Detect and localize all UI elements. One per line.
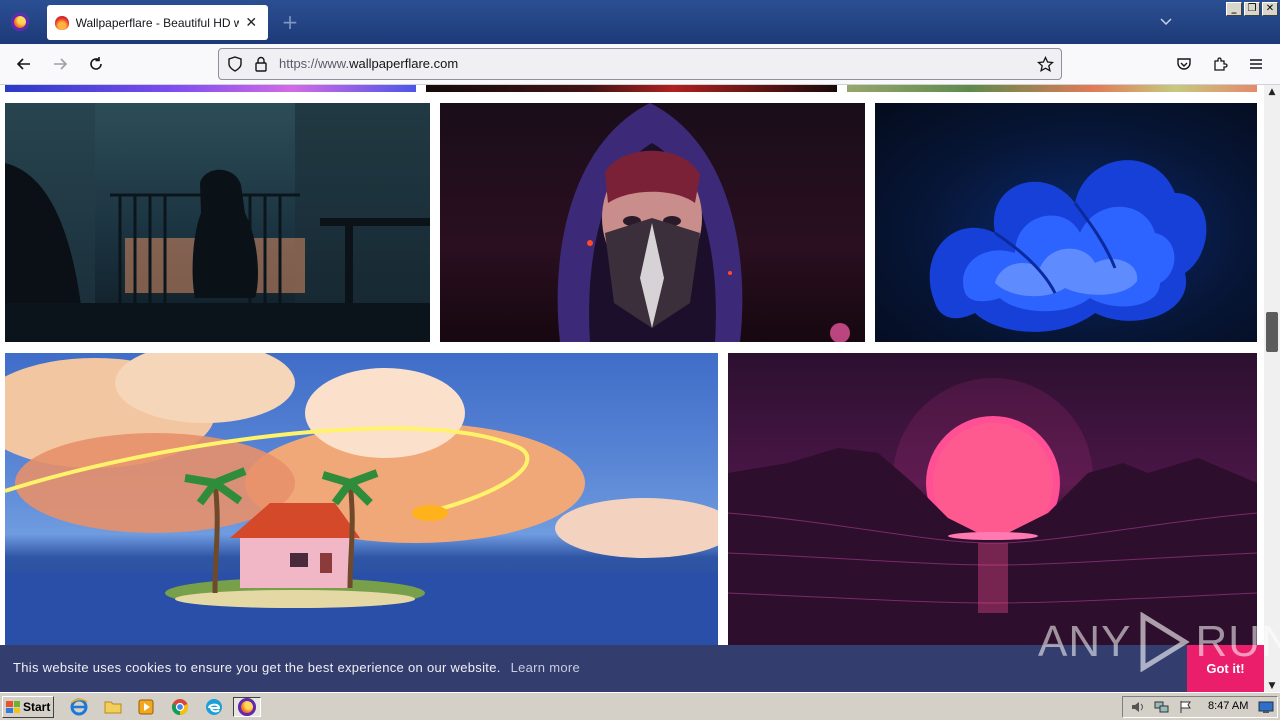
extensions-icon	[1214, 57, 1228, 71]
taskbar-clock[interactable]: 8:47 AM	[1208, 700, 1248, 712]
edge-icon[interactable]	[203, 697, 225, 717]
start-label: Start	[23, 700, 51, 714]
system-tray	[1122, 696, 1278, 718]
page-content	[0, 85, 1264, 695]
wallpaper-thumb[interactable]	[847, 85, 1257, 92]
app-menu-button[interactable]	[1244, 52, 1268, 76]
windows-logo-icon	[6, 701, 20, 713]
wallpaper-thumb-anime-balcony[interactable]	[5, 103, 430, 342]
ie-icon[interactable]	[68, 697, 90, 717]
windows-taskbar: Start 8:47 AM	[0, 692, 1280, 720]
wallpaper-thumb[interactable]	[426, 85, 837, 92]
tab-title: Wallpaperflare - Beautiful HD wallpapers	[75, 15, 239, 30]
show-desktop-icon[interactable]	[1255, 697, 1277, 717]
anyrun-watermark: ANY RUN	[1038, 612, 1280, 672]
wallpaper-thumb[interactable]	[5, 85, 416, 92]
forward-button[interactable]	[48, 52, 72, 76]
tab-wallpaperflare[interactable]: Wallpaperflare - Beautiful HD wallpapers…	[47, 5, 268, 40]
navigation-toolbar: https://www.wallpaperflare.com	[0, 44, 1280, 85]
firefox-icon	[11, 13, 29, 31]
wallpaper-thumb-island-house[interactable]	[5, 353, 718, 645]
tab-strip: Wallpaperflare - Beautiful HD wallpapers…	[0, 0, 1280, 44]
cookie-message: This website uses cookies to ensure you …	[13, 660, 580, 675]
back-button[interactable]	[12, 52, 36, 76]
watermark-text-left: ANY	[1038, 617, 1132, 666]
tab-close-icon[interactable]: ✕	[243, 15, 260, 31]
menu-icon	[1250, 59, 1262, 69]
close-window-button[interactable]: ✕	[1262, 2, 1278, 16]
firefox-taskbar-button[interactable]	[233, 697, 261, 717]
wallpaper-thumb-synthwave-sunset[interactable]	[728, 353, 1257, 645]
volume-icon[interactable]	[1127, 697, 1149, 717]
list-all-tabs-chevron-icon[interactable]	[1156, 12, 1176, 32]
pocket-button[interactable]	[1172, 52, 1196, 76]
lock-icon[interactable]	[254, 56, 268, 72]
scroll-down-arrow-icon[interactable]: ▼	[1264, 679, 1280, 693]
scrollbar-thumb[interactable]	[1266, 312, 1278, 352]
restore-button[interactable]: ❐	[1244, 2, 1260, 16]
back-icon	[16, 58, 30, 70]
flag-icon[interactable]	[1175, 697, 1197, 717]
learn-more-link[interactable]: Learn more	[511, 660, 580, 675]
star-icon[interactable]	[1037, 56, 1054, 73]
folder-icon[interactable]	[102, 697, 124, 717]
cookie-text: This website uses cookies to ensure you …	[13, 660, 501, 675]
play-triangle-icon	[1140, 612, 1191, 672]
address-bar[interactable]: https://www.wallpaperflare.com	[218, 48, 1062, 80]
url-text[interactable]: https://www.wallpaperflare.com	[279, 56, 458, 71]
shield-icon[interactable]	[227, 56, 243, 72]
forward-icon	[54, 58, 68, 70]
start-button[interactable]: Start	[2, 696, 54, 718]
minimize-button[interactable]: _	[1226, 2, 1242, 16]
scroll-up-arrow-icon[interactable]: ▲	[1264, 85, 1280, 99]
firefox-menu-button[interactable]	[4, 6, 36, 38]
window-controls: _ ❐ ✕	[1226, 2, 1278, 16]
chrome-icon[interactable]	[169, 697, 191, 717]
wallpaper-thumb-blue-bloom[interactable]	[875, 103, 1257, 342]
wallpaperflare-favicon-icon	[55, 15, 69, 30]
page-scrollbar[interactable]: ▲ ▼	[1264, 85, 1280, 695]
new-tab-button[interactable]: +	[279, 9, 301, 35]
reload-icon	[90, 57, 102, 70]
pocket-icon	[1177, 58, 1191, 70]
media-icon[interactable]	[135, 697, 157, 717]
extensions-button[interactable]	[1208, 52, 1232, 76]
watermark-text-right: RUN	[1195, 617, 1280, 666]
reload-button[interactable]	[84, 52, 108, 76]
wallpaper-thumb-hooded-mask[interactable]	[440, 103, 865, 342]
network-icon[interactable]	[1151, 697, 1173, 717]
firefox-icon	[238, 698, 256, 716]
